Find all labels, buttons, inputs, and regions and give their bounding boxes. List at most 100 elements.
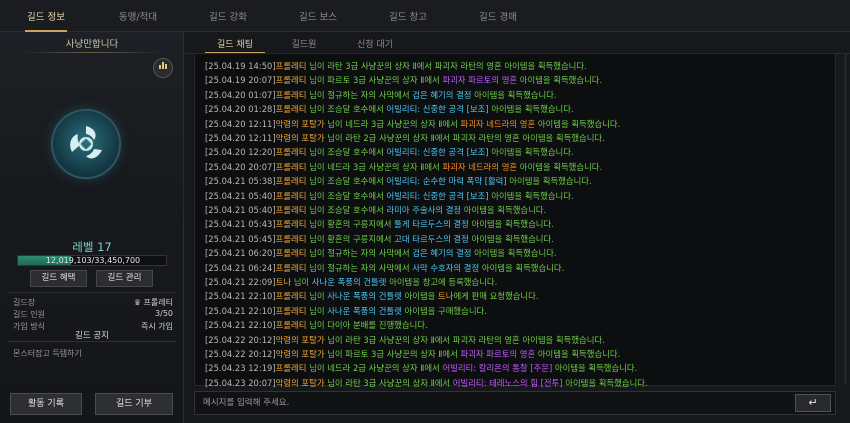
chat-message-input[interactable]: [203, 395, 793, 411]
tab-alliance-hostile[interactable]: 동맹/적대: [103, 0, 173, 32]
chat-text: 아이템을 획득했습니다.: [479, 262, 565, 273]
tab-guild-info[interactable]: 길드 정보: [15, 0, 77, 32]
chat-text: 님이 파르토 3급 사냥꾼의 상자 Ⅱ에서: [306, 75, 443, 86]
bar-chart-icon[interactable]: [153, 58, 173, 78]
info-row-leader: 길드장 ♛ 프롤레티: [13, 297, 173, 309]
chat-item-name: 파괴자 네드라의 영혼: [442, 161, 518, 172]
chat-text: 님이 라탄 3급 사냥꾼의 상자 Ⅱ에서: [324, 377, 453, 388]
chat-timestamp: [25.04.21 22:10]: [205, 320, 276, 331]
chat-player-name[interactable]: 프롤레티: [276, 219, 307, 229]
guild-chat-log[interactable]: [25.04.19 14:50]프롤레티 님이 라탄 3급 사냥꾼의 상자 Ⅱ에…: [194, 53, 836, 388]
chat-player-name[interactable]: 트나: [276, 277, 291, 287]
chat-player-name[interactable]: 프롤레티: [276, 291, 307, 301]
subtab-pending-requests[interactable]: 신청 대기: [346, 38, 404, 52]
chat-message: [25.04.21 05:40]프롤레티 님이 조승달 호수에서 어빌리티: 신…: [205, 190, 830, 203]
chat-player-name[interactable]: 프롤레티: [276, 306, 307, 316]
info-divider: [8, 292, 176, 293]
chat-player-name[interactable]: 프롤레티: [276, 363, 307, 373]
chat-player-name[interactable]: 트나: [438, 291, 453, 301]
chat-item-name: 어빌리티: 신중한 공격 [보조]: [386, 147, 489, 158]
chat-item-name: 사나운 폭풍의 건틀렛: [311, 277, 387, 287]
chat-player-name[interactable]: 프롤레티: [276, 263, 307, 273]
chat-player-name[interactable]: 프롤레티: [276, 234, 307, 244]
chat-text: 님이 라탄 2급 사냥꾼의 상자 Ⅱ에서 파괴자 라탄의 영혼 아이템을 획득했…: [324, 133, 605, 143]
chat-player-name[interactable]: 프롤레티: [276, 248, 307, 258]
chat-item-name: 검은 혜기의 결정: [412, 89, 472, 100]
chat-player-name[interactable]: 프롤레티: [276, 162, 307, 172]
chat-player-name[interactable]: 프롤레티: [276, 147, 307, 157]
chat-player-name[interactable]: 악령의 포탈가: [276, 133, 325, 143]
guild-manage-button[interactable]: 길드 관리: [96, 270, 153, 287]
chat-message: [25.04.21 05:45]프롤레티 님이 황혼의 구릉지에서 고대 타르두…: [205, 233, 830, 246]
chat-text: 아이템을 창고에 등록했습니다.: [386, 277, 498, 287]
chat-text: 아이템을 획득했습니다.: [517, 75, 603, 86]
tab-guild-enhance[interactable]: 길드 강화: [193, 0, 263, 32]
chat-item-name: 어빌리티: 신중한 공격 [보조]: [386, 104, 489, 115]
chat-player-name[interactable]: 프롤레티: [276, 176, 307, 186]
chat-timestamp: [25.04.19 20:07]: [205, 75, 276, 86]
chat-text: 아이템을 획득했습니다.: [461, 205, 547, 215]
send-button[interactable]: ↵: [795, 394, 831, 412]
chat-message: [25.04.22 20:12]악령의 포탈가 님이 파르토 3급 사냥꾼의 상…: [205, 348, 830, 361]
chat-message: [25.04.21 05:40]프롤레티 님이 조승달 호수에서 라미아 주술사…: [205, 204, 830, 217]
chat-timestamp: [25.04.21 05:45]: [205, 233, 276, 244]
chat-text: 님이 조승달 호수에서: [306, 190, 387, 201]
chat-timestamp: [25.04.20 20:07]: [205, 161, 276, 172]
subtab-guild-chat[interactable]: 길드 채팅: [205, 38, 265, 52]
chat-item-name: 검은 혜기의 결정: [412, 248, 472, 259]
chat-player-name[interactable]: 프롤레티: [276, 61, 307, 71]
chat-text: 아이템을 획득했습니다.: [488, 104, 574, 115]
guild-notice-text: 몬스터잡고 득템하기: [13, 349, 82, 358]
guild-benefit-button[interactable]: 길드 혜택: [30, 270, 87, 287]
info-value: ♛ 프롤레티: [134, 297, 173, 308]
chat-player-name[interactable]: 프롤레티: [276, 320, 307, 330]
info-value: 3/50: [155, 309, 173, 318]
tab-guild-storage[interactable]: 길드 창고: [373, 0, 443, 32]
chat-item-name: 어빌리티: 순수한 마력 폭약 [활력]: [386, 176, 507, 187]
chat-timestamp: [25.04.21 05:38]: [205, 176, 276, 187]
chat-item-name: 툴게 타르두스의 결정: [394, 219, 469, 230]
chat-player-name[interactable]: 프롤레티: [276, 205, 307, 215]
chat-message: [25.04.19 20:07]프롤레티 님이 파르토 3급 사냥꾼의 상자 Ⅱ…: [205, 74, 830, 87]
info-row-members: 길드 인원 3/50: [13, 309, 173, 321]
chat-scrollbar[interactable]: [844, 54, 847, 384]
chat-message: [25.04.21 22:10]프롤레티 님이 사나운 폭풍의 건틀렛 아이템을…: [205, 305, 830, 318]
chat-player-name[interactable]: 프롤레티: [276, 75, 307, 85]
chat-item-name: 사나운 폭풍의 건틀렛: [327, 291, 402, 302]
chat-item-name: 고대 타르두스의 결정: [394, 233, 469, 244]
chat-player-name[interactable]: 악령의 포탈가: [276, 335, 325, 345]
chat-player-name[interactable]: 악령의 포탈가: [276, 378, 325, 388]
chat-message: [25.04.20 20:07]프롤레티 님이 네드라 3급 사냥꾼의 상자 Ⅱ…: [205, 161, 830, 174]
chat-message: [25.04.20 01:07]프롤레티 님이 절규하는 자의 사막에서 검은 …: [205, 89, 830, 102]
chat-timestamp: [25.04.23 20:07]: [205, 377, 276, 388]
guild-donate-button[interactable]: 길드 기부: [95, 393, 173, 415]
chat-text: 아이템을 획득했습니다.: [488, 147, 574, 158]
activity-log-button[interactable]: 활동 기록: [10, 393, 82, 415]
chat-timestamp: [25.04.19 14:50]: [205, 61, 276, 71]
chat-text: 님이 라탄 3급 사냥꾼의 상자 Ⅱ에서 파괴자 라탄의 영혼 아이템을 획득했…: [324, 334, 605, 345]
chat-text: 아이템을 획득했습니다.: [488, 190, 574, 201]
chat-player-name[interactable]: 프롤레티: [276, 104, 307, 114]
chat-text: 아이템을 획득했습니다.: [535, 118, 621, 129]
chat-player-name[interactable]: 프롤레티: [276, 191, 307, 201]
chat-item-name: 어빌리티: 신중한 공격 [보조]: [386, 190, 489, 201]
chat-text: 님이 황혼의 구릉지에서: [306, 233, 395, 244]
chat-input-bar: ↵: [194, 391, 836, 415]
tab-guild-auction[interactable]: 길드 경매: [463, 0, 533, 32]
chat-player-name[interactable]: 악령의 포탈가: [276, 119, 325, 129]
chat-player-name[interactable]: 프롤레티: [276, 90, 307, 100]
chat-text: 아이템을 획득했습니다.: [506, 176, 592, 187]
chat-timestamp: [25.04.20 12:11]: [205, 118, 276, 129]
subtab-guild-members[interactable]: 길드원: [278, 38, 330, 52]
chat-timestamp: [25.04.21 06:20]: [205, 248, 276, 259]
chat-message: [25.04.21 22:10]프롤레티 님이 사나운 폭풍의 건틀렛 아이템을…: [205, 290, 830, 303]
chat-message: [25.04.21 06:24]프롤레티 님이 절규하는 자의 사막에서 사막 …: [205, 262, 830, 275]
chat-text: 님이 파르토 3급 사냥꾼의 상자 Ⅱ에서: [324, 349, 461, 359]
guild-notice-title: 길드 공지: [75, 331, 109, 341]
info-label: 길드장: [13, 298, 36, 307]
chat-text: 아이템을 구매했습니다.: [401, 305, 487, 316]
chat-player-name[interactable]: 악령의 포탈가: [276, 349, 325, 359]
chat-text: 아이템을: [401, 291, 439, 302]
tab-guild-boss[interactable]: 길드 보스: [283, 0, 353, 32]
chat-timestamp: [25.04.21 22:10]: [205, 291, 276, 302]
